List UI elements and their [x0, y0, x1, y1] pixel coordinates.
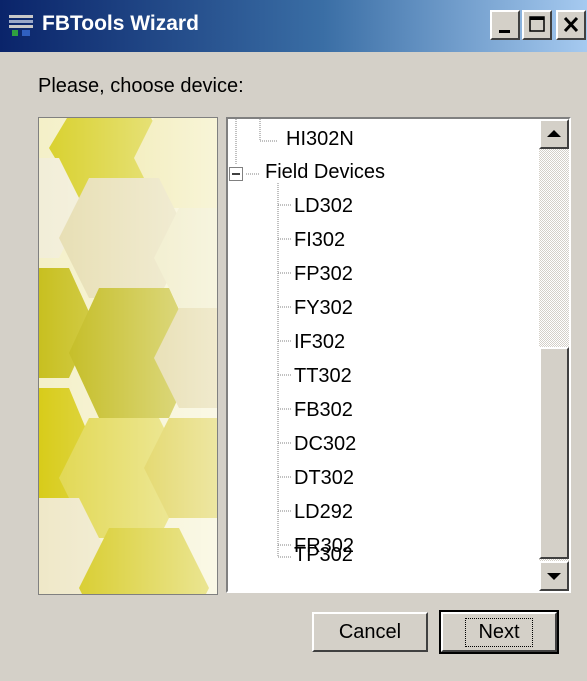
collapse-icon[interactable] [229, 167, 243, 181]
close-icon [563, 16, 579, 33]
tree-item-field-devices[interactable]: Field Devices [265, 161, 385, 184]
tree-item[interactable]: FY302 [294, 297, 353, 320]
fbtools-app-icon[interactable] [8, 13, 34, 39]
tree-item[interactable]: FI302 [294, 229, 345, 252]
maximize-button[interactable] [522, 10, 552, 40]
prompt-label: Please, choose device: [38, 75, 244, 97]
tree-connector-lines [235, 119, 292, 558]
arrow-down-icon [547, 573, 561, 580]
scroll-up-button[interactable] [539, 119, 569, 149]
window-title: FBTools Wizard [42, 12, 199, 35]
tree-item[interactable]: FB302 [294, 399, 353, 422]
maximize-icon [529, 16, 545, 32]
cancel-button[interactable]: Cancel [312, 612, 428, 652]
vertical-scrollbar[interactable] [539, 119, 569, 591]
minimize-button[interactable] [490, 10, 520, 40]
minimize-icon [499, 30, 510, 33]
close-button[interactable] [556, 10, 586, 40]
title-bar: FBTools Wizard [0, 0, 587, 52]
next-button[interactable]: Next [439, 610, 559, 654]
tree-item[interactable]: TP302 [294, 544, 353, 567]
device-tree-content: HI302N Field Devices LD302 FI302 FP302 F… [228, 119, 538, 591]
next-button-label: Next [465, 617, 533, 647]
scrollbar-thumb[interactable] [539, 347, 569, 559]
tree-item[interactable]: IF302 [294, 331, 345, 354]
tree-item[interactable]: HI302N [286, 128, 354, 151]
cancel-button-label: Cancel [338, 620, 402, 643]
tree-item[interactable]: LD302 [294, 195, 353, 218]
scroll-down-button[interactable] [539, 561, 569, 591]
tree-item[interactable]: TT302 [294, 365, 352, 388]
tree-item[interactable]: LD292 [294, 501, 353, 524]
wizard-decoration-image [38, 117, 218, 595]
tree-item[interactable]: DT302 [294, 467, 354, 490]
tree-item[interactable]: FP302 [294, 263, 353, 286]
device-tree[interactable]: HI302N Field Devices LD302 FI302 FP302 F… [226, 117, 571, 593]
tree-item[interactable]: DC302 [294, 433, 356, 456]
arrow-up-icon [547, 130, 561, 137]
